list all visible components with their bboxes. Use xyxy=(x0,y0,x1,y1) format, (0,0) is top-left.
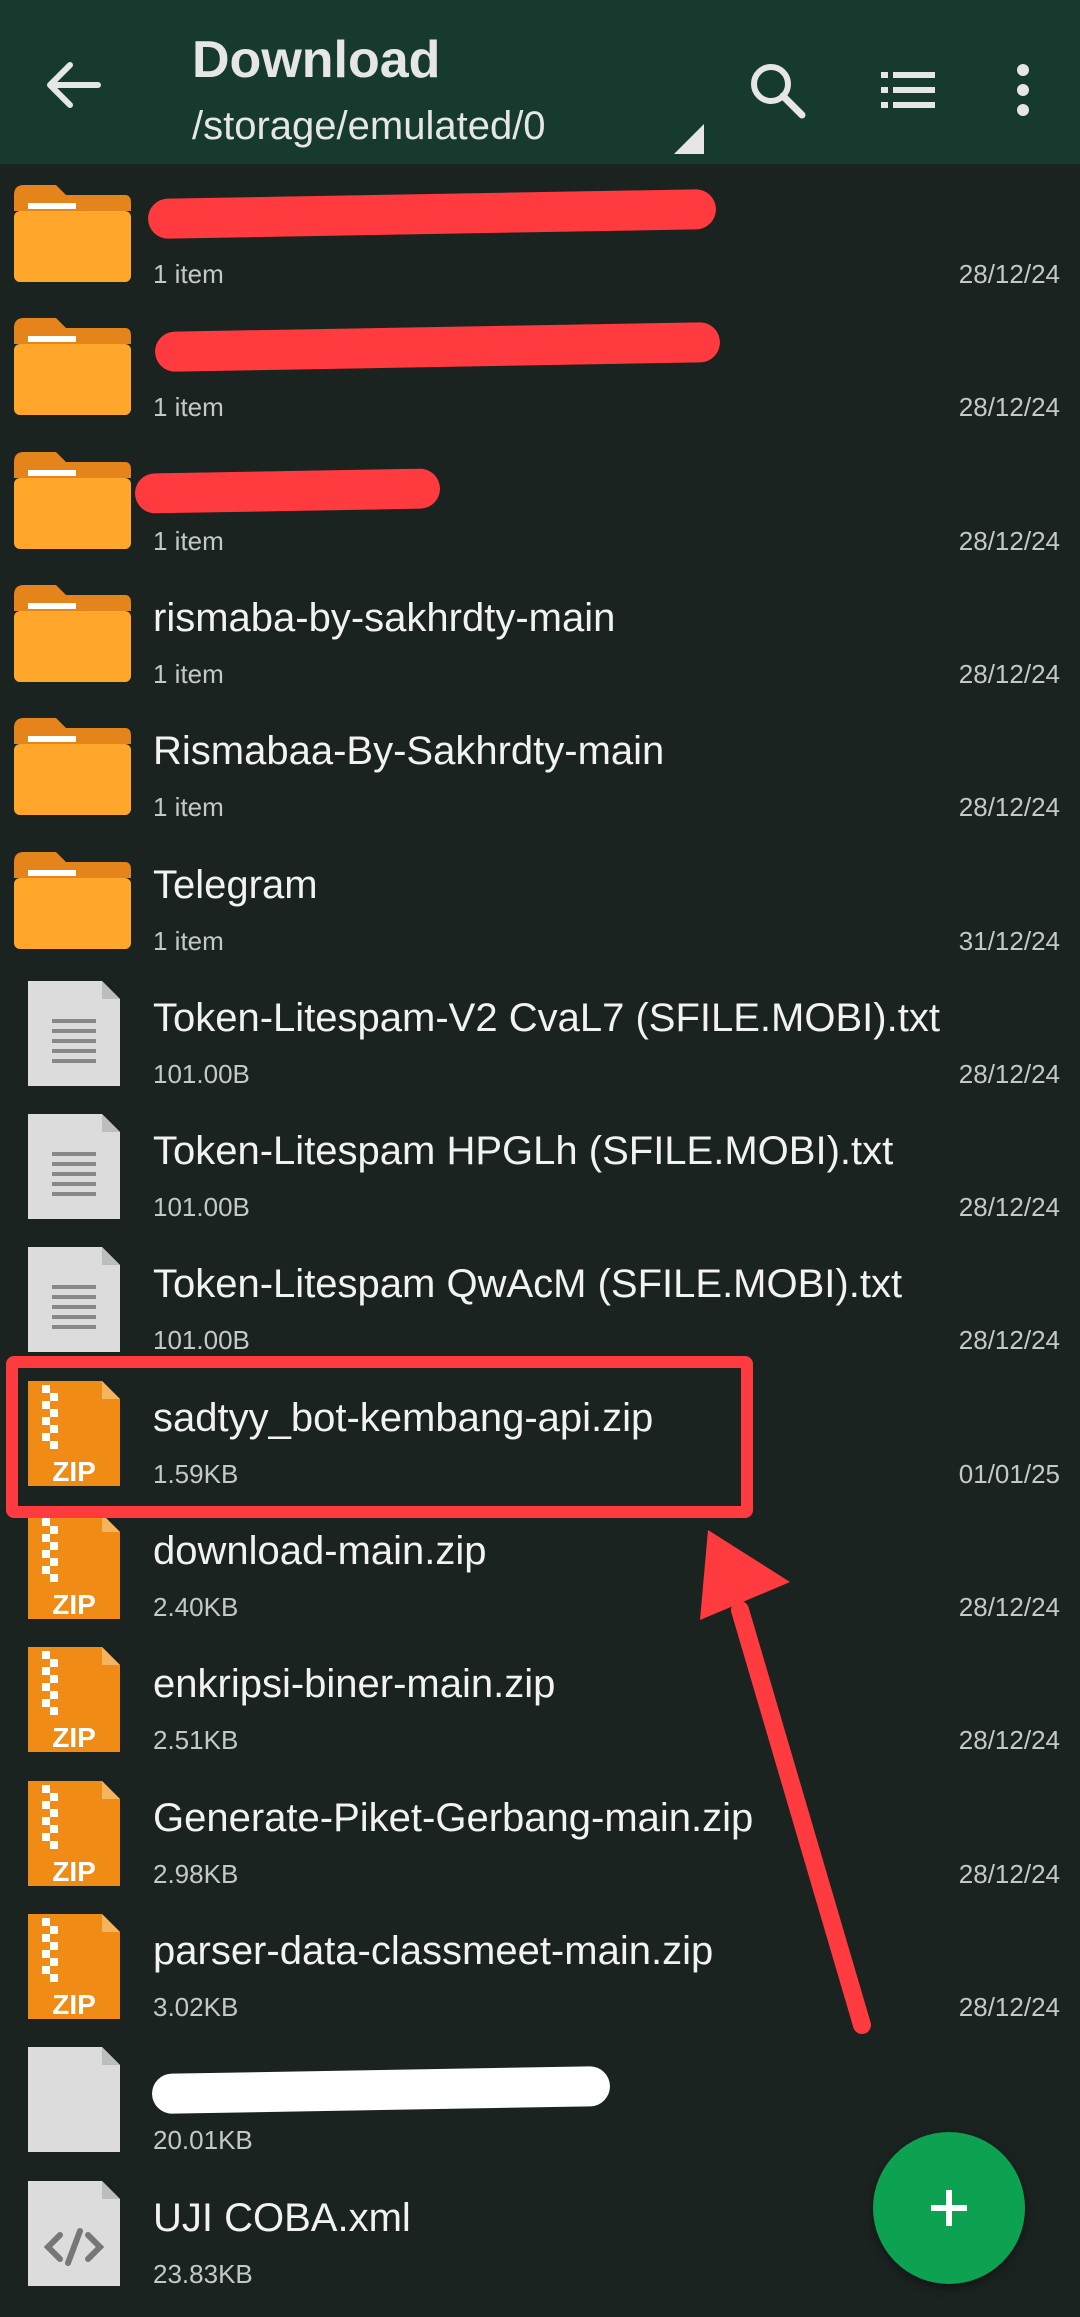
zip-file-icon: ZIP xyxy=(10,1514,135,1620)
file-row[interactable]: ZIP enkripsi-biner-main.zip 2.51KB 28/12/2… xyxy=(0,1630,1080,1763)
folder-icon xyxy=(10,848,135,953)
zip-file-icon: ZIP xyxy=(10,1780,135,1887)
code-file-icon xyxy=(10,2180,135,2286)
path-label[interactable]: /storage/emulated/0 xyxy=(192,104,546,149)
file-name: rismaba-by-sakhrdty-main xyxy=(153,595,616,640)
plus-icon xyxy=(931,2190,967,2226)
svg-text:ZIP: ZIP xyxy=(52,1722,96,1752)
file-name: Generate-Piket-Gerbang-main.zip xyxy=(153,1795,754,1840)
svg-text:ZIP: ZIP xyxy=(52,1589,96,1619)
file-name: parser-data-classmeet-main.zip xyxy=(153,1928,714,1973)
app-bar: Download /storage/emulated/0 xyxy=(0,0,1080,164)
zip-file-icon: ZIP xyxy=(10,1647,135,1753)
file-meta: 1 item xyxy=(153,658,224,689)
file-date: 28/12/24 xyxy=(958,1325,1060,1356)
file-date: 28/12/24 xyxy=(958,392,1060,423)
text-file-icon xyxy=(10,980,135,1086)
text-file-icon xyxy=(10,1247,135,1353)
file-date: 28/12/24 xyxy=(958,1058,1060,1089)
file-row[interactable]: Telegram 1 item 31/12/24 xyxy=(0,831,1080,964)
file-row[interactable]: Token-Litespam HPGLh (SFILE.MOBI).txt 101… xyxy=(0,1097,1080,1230)
folder-icon xyxy=(10,314,135,419)
file-meta: 1 item xyxy=(153,259,224,289)
redaction-mark xyxy=(151,2066,611,2115)
more-vert-icon[interactable] xyxy=(988,55,1058,125)
file-date: 31/12/24 xyxy=(958,925,1060,956)
add-fab-button[interactable] xyxy=(873,2132,1025,2284)
file-name: Token-Litespam HPGLh (SFILE.MOBI).txt xyxy=(153,1129,894,1174)
file-meta: 1 item xyxy=(153,792,224,823)
folder-icon xyxy=(10,581,135,686)
file-meta: 3.02KB xyxy=(153,1991,239,2022)
file-name: enkripsi-biner-main.zip xyxy=(153,1662,556,1707)
file-meta: 23.83KB xyxy=(153,2258,253,2289)
file-date: 01/01/25 xyxy=(958,1458,1060,1489)
file-meta: 1 item xyxy=(153,525,224,556)
file-icon xyxy=(10,2047,135,2153)
file-meta: 20.01KB xyxy=(153,2125,253,2156)
file-date: 28/12/24 xyxy=(958,1991,1060,2022)
arrow-annotation xyxy=(700,1530,871,2034)
file-meta: 1 item xyxy=(153,392,224,423)
file-date: 28/12/24 xyxy=(958,1192,1060,1223)
highlight-annotation xyxy=(6,1356,753,1518)
file-date: 28/12/24 xyxy=(958,792,1060,823)
file-date: 28/12/24 xyxy=(958,1858,1060,1889)
svg-text:ZIP: ZIP xyxy=(52,1856,96,1886)
file-row[interactable]: ZIP parser-data-classmeet-main.zip 3.02KB… xyxy=(0,1897,1080,2030)
file-meta: 2.51KB xyxy=(153,1725,239,1756)
dropdown-triangle-icon[interactable] xyxy=(674,124,704,154)
file-date: 28/12/24 xyxy=(958,1725,1060,1756)
file-name: Telegram xyxy=(153,862,318,907)
file-meta: 101.00B xyxy=(153,1192,250,1223)
list-view-icon[interactable] xyxy=(873,55,943,125)
folder-icon xyxy=(10,181,135,286)
file-date: 28/12/24 xyxy=(958,259,1060,289)
file-name: download-main.zip xyxy=(153,1529,487,1573)
file-row[interactable]: ZIP Generate-Piket-Gerbang-main.zip 2.98K… xyxy=(0,1764,1080,1897)
text-file-icon xyxy=(10,1114,135,1220)
file-row[interactable]: Token-Litespam-V2 CvaL7 (SFILE.MOBI).txt… xyxy=(0,964,1080,1097)
file-meta: 1 item xyxy=(153,925,224,956)
svg-text:ZIP: ZIP xyxy=(52,1989,96,2019)
file-row[interactable]: Token-Litespam QwAcM (SFILE.MOBI).txt 101… xyxy=(0,1230,1080,1363)
folder-icon xyxy=(10,448,135,553)
file-name: Token-Litespam-V2 CvaL7 (SFILE.MOBI).txt xyxy=(153,995,940,1040)
file-name: UJI COBA.xml xyxy=(153,2195,411,2240)
zip-file-icon: ZIP xyxy=(10,1913,135,2020)
page-title: Download xyxy=(192,31,441,89)
file-name: Rismabaa-By-Sakhrdty-main xyxy=(153,729,665,774)
file-meta: 101.00B xyxy=(153,1058,250,1089)
arrow-left-icon[interactable] xyxy=(38,50,108,120)
file-date: 28/12/24 xyxy=(958,525,1060,556)
file-meta: 2.98KB xyxy=(153,1858,239,1889)
file-row[interactable]: Rismabaa-By-Sakhrdty-main 1 item 28/12/24 xyxy=(0,697,1080,830)
file-date: 28/12/24 xyxy=(958,1592,1060,1622)
file-row[interactable]: rismaba-by-sakhrdty-main 1 item 28/12/24 xyxy=(0,564,1080,697)
file-date: 28/12/24 xyxy=(958,658,1060,689)
redaction-mark xyxy=(134,467,441,514)
file-meta: 2.40KB xyxy=(153,1592,239,1622)
file-meta: 101.00B xyxy=(153,1325,250,1356)
folder-icon xyxy=(10,714,135,819)
file-name: Token-Litespam QwAcM (SFILE.MOBI).txt xyxy=(153,1262,903,1307)
search-icon[interactable] xyxy=(742,55,812,125)
